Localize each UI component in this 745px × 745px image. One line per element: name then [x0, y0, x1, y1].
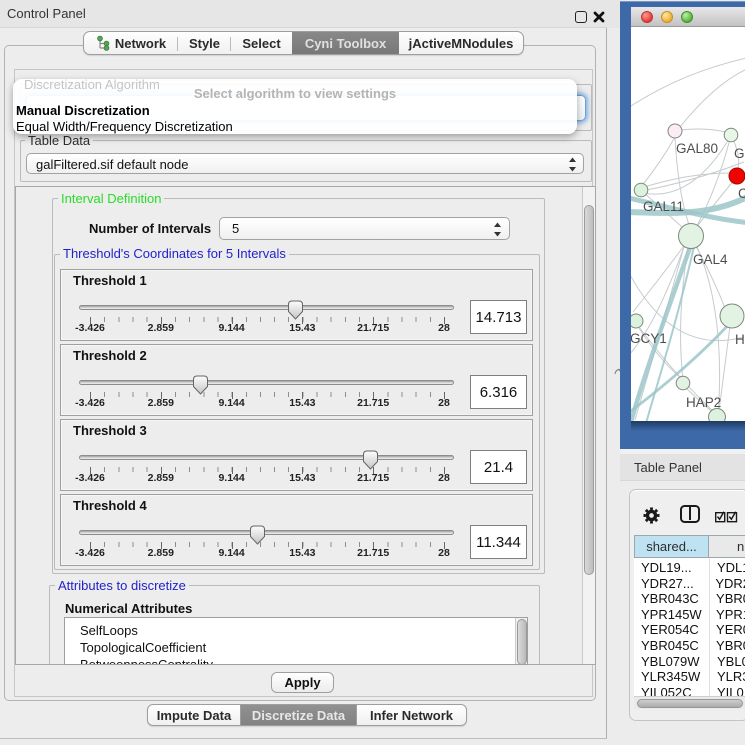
svg-text:GAL80: GAL80 — [676, 141, 718, 156]
svg-text:C: C — [738, 186, 745, 201]
svg-text:G...: G... — [734, 146, 745, 161]
svg-text:HAP2: HAP2 — [686, 395, 721, 410]
svg-text:H: H — [735, 332, 745, 347]
svg-text:GCY1: GCY1 — [631, 331, 667, 346]
svg-text:GAL11: GAL11 — [643, 199, 684, 214]
svg-text:GAL4: GAL4 — [693, 252, 728, 267]
